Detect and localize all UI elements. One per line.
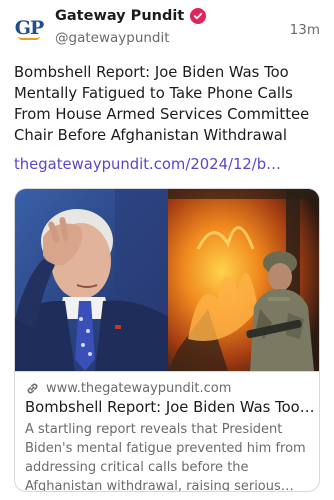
card-image[interactable] <box>15 189 319 371</box>
avatar-logo-text: GP <box>14 16 44 39</box>
social-post[interactable]: GP Gateway Pundit @gatewaypundit 13m Bom… <box>0 0 334 500</box>
checkmark-icon <box>194 12 203 20</box>
post-timestamp: 13m <box>289 22 320 38</box>
card-title[interactable]: Bombshell Report: Joe Biden Was Too Ment… <box>25 399 315 416</box>
post-link[interactable]: thegatewaypundit.com/2024/12/b… <box>14 156 324 173</box>
verified-badge-icon <box>190 8 207 24</box>
account-handle[interactable]: @gatewaypundit <box>55 30 170 46</box>
card-meta: www.thegatewaypundit.com Bombshell Repor… <box>25 379 315 492</box>
soldier-fire-image <box>168 189 319 371</box>
link-preview-card[interactable]: www.thegatewaypundit.com Bombshell Repor… <box>14 188 320 492</box>
card-description: A startling report reveals that Presiden… <box>25 422 306 492</box>
link-icon <box>27 383 38 393</box>
name-row: Gateway Pundit <box>55 8 207 24</box>
post-header: GP Gateway Pundit @gatewaypundit 13m <box>0 0 334 58</box>
card-domain[interactable]: www.thegatewaypundit.com <box>46 381 231 396</box>
display-name[interactable]: Gateway Pundit <box>55 8 184 24</box>
post-text: Bombshell Report: Joe Biden Was Too Ment… <box>14 64 310 144</box>
card-divider <box>15 371 319 372</box>
card-domain-row: www.thegatewaypundit.com <box>25 379 315 397</box>
avatar-swoosh <box>18 36 40 40</box>
man-in-suit-image <box>15 189 168 371</box>
avatar[interactable]: GP <box>14 14 44 44</box>
